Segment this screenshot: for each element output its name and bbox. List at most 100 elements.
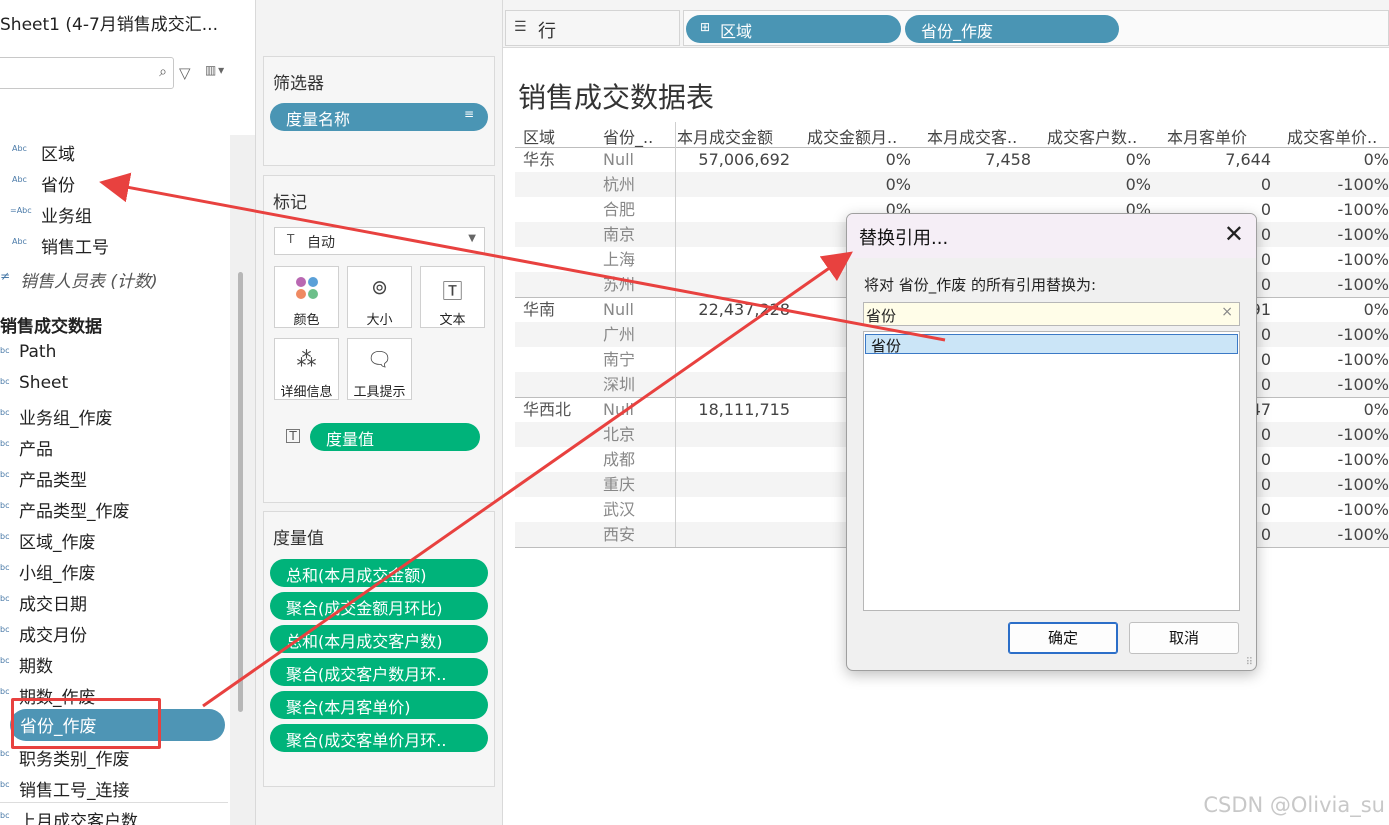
replace-field-list[interactable]: 省份 — [863, 331, 1240, 611]
measure-pill[interactable]: 聚合(成交客户数月环.. — [270, 658, 488, 686]
province-cell[interactable]: 西安 — [603, 522, 635, 547]
dialog-titlebar[interactable]: 替换引用... ✕ — [847, 214, 1256, 258]
value-cell[interactable]: -100% — [1269, 372, 1389, 397]
view-options-icon[interactable]: ▥ ▾ — [205, 63, 224, 77]
value-cell[interactable]: -100% — [1269, 197, 1389, 222]
value-cell[interactable] — [670, 472, 790, 497]
province-cell[interactable]: 武汉 — [603, 497, 635, 522]
value-cell[interactable] — [670, 272, 790, 297]
value-cell[interactable] — [670, 422, 790, 447]
province-cell[interactable]: 广州 — [603, 322, 635, 347]
value-cell[interactable]: 0% — [1269, 297, 1389, 322]
text-button[interactable]: 🅃 文本 — [420, 266, 485, 328]
tooltip-button[interactable]: 🗨 工具提示 — [347, 338, 412, 400]
value-cell[interactable]: -100% — [1269, 322, 1389, 347]
value-cell[interactable]: 0% — [1031, 147, 1151, 172]
measure-pill[interactable]: 聚合(成交客单价月环.. — [270, 724, 488, 752]
province-cell[interactable]: 北京 — [603, 422, 635, 447]
value-cell[interactable]: 7,458 — [911, 147, 1031, 172]
value-cell[interactable]: 7,644 — [1151, 147, 1271, 172]
province-cell[interactable]: Null — [603, 297, 634, 322]
province-cell[interactable]: 重庆 — [603, 472, 635, 497]
rows-pill-province-deprecated[interactable]: 省份_作废 — [905, 15, 1119, 43]
value-cell[interactable]: -100% — [1269, 272, 1389, 297]
value-cell[interactable] — [670, 197, 790, 222]
column-header[interactable]: 本月成交金额 — [677, 124, 773, 148]
filter-pill-measure-names[interactable]: 度量名称 ≡ — [270, 103, 488, 131]
measure-pill[interactable]: 聚合(本月客单价) — [270, 691, 488, 719]
value-cell[interactable]: 0% — [1269, 397, 1389, 422]
value-cell[interactable]: 0% — [1269, 147, 1389, 172]
color-button[interactable]: 颜色 — [274, 266, 339, 328]
column-header[interactable]: 成交客户数.. — [1047, 124, 1137, 148]
column-header[interactable]: 区域 — [523, 124, 555, 148]
province-cell[interactable]: Null — [603, 397, 634, 422]
value-cell[interactable]: 18,111,715 — [670, 397, 790, 422]
replace-field-input[interactable]: 省份 × — [863, 302, 1240, 326]
value-cell[interactable] — [670, 172, 790, 197]
province-cell[interactable]: 南京 — [603, 222, 635, 247]
detail-button[interactable]: ⁂ 详细信息 — [274, 338, 339, 400]
field-list-scrollbar[interactable] — [230, 135, 255, 825]
value-cell[interactable]: -100% — [1269, 347, 1389, 372]
value-cell[interactable]: 0% — [791, 172, 911, 197]
measure-pill[interactable]: 总和(本月成交金额) — [270, 559, 488, 587]
clear-icon[interactable]: × — [1221, 304, 1233, 320]
sheet-title: Sheet1 (4-7月销售成交汇... — [0, 15, 218, 35]
value-cell[interactable]: -100% — [1269, 422, 1389, 447]
value-cell[interactable] — [670, 322, 790, 347]
value-cell[interactable]: 0 — [1151, 172, 1271, 197]
value-cell[interactable]: -100% — [1269, 247, 1389, 272]
value-cell[interactable]: -100% — [1269, 447, 1389, 472]
measure-pill[interactable]: 总和(本月成交客户数) — [270, 625, 488, 653]
value-cell[interactable]: 57,006,692 — [670, 147, 790, 172]
value-cell[interactable] — [670, 497, 790, 522]
rows-pill-region[interactable]: ⊞ 区域 — [686, 15, 901, 43]
value-cell[interactable]: -100% — [1269, 497, 1389, 522]
column-header[interactable]: 本月客单价 — [1167, 124, 1247, 148]
value-cell[interactable]: -100% — [1269, 172, 1389, 197]
list-item[interactable]: 省份 — [865, 334, 1238, 355]
rows-drop-area[interactable]: ⊞ 区域 省份_作废 — [683, 10, 1389, 46]
column-header[interactable]: 省份_.. — [603, 124, 653, 148]
value-cell[interactable]: 0% — [1031, 172, 1151, 197]
province-cell[interactable]: 苏州 — [603, 272, 635, 297]
region-cell[interactable]: 华南 — [523, 297, 555, 322]
province-cell[interactable]: 深圳 — [603, 372, 635, 397]
province-cell[interactable]: 南宁 — [603, 347, 635, 372]
region-cell[interactable]: 华西北 — [523, 397, 571, 422]
close-icon[interactable]: ✕ — [1224, 220, 1244, 248]
value-cell[interactable] — [670, 372, 790, 397]
province-cell[interactable]: 合肥 — [603, 197, 635, 222]
column-header[interactable]: 成交客单价.. — [1287, 124, 1377, 148]
value-cell[interactable]: -100% — [1269, 522, 1389, 547]
value-cell[interactable]: 22,437,228 — [670, 297, 790, 322]
marks-pill-measure-values[interactable]: 度量值 — [310, 423, 480, 451]
province-cell[interactable]: 成都 — [603, 447, 635, 472]
province-cell[interactable]: 杭州 — [603, 172, 635, 197]
value-cell[interactable] — [670, 447, 790, 472]
ok-button[interactable]: 确定 — [1008, 622, 1118, 654]
size-button[interactable]: ⊚ 大小 — [347, 266, 412, 328]
data-pane: Sheet1 (4-7月销售成交汇... ⌕ ▽ ▥ ▾ Abc 区域 Abc … — [0, 0, 256, 825]
value-cell[interactable] — [670, 522, 790, 547]
mark-type-dropdown[interactable]: T 自动 ▼ — [274, 227, 485, 255]
value-cell[interactable]: -100% — [1269, 472, 1389, 497]
region-cell[interactable]: 华东 — [523, 147, 555, 172]
value-cell[interactable] — [670, 247, 790, 272]
value-cell[interactable]: -100% — [1269, 222, 1389, 247]
field-list-scroll-thumb[interactable] — [238, 272, 243, 712]
column-header[interactable]: 本月成交客.. — [927, 124, 1017, 148]
column-header[interactable]: 成交金额月.. — [807, 124, 897, 148]
value-cell[interactable] — [670, 347, 790, 372]
cancel-button[interactable]: 取消 — [1129, 622, 1239, 654]
measure-pill[interactable]: 聚合(成交金额月环比) — [270, 592, 488, 620]
province-cell[interactable]: Null — [603, 147, 634, 172]
value-cell[interactable] — [670, 222, 790, 247]
field-search-input[interactable]: ⌕ — [0, 57, 174, 89]
filter-icon[interactable]: ▽ — [179, 64, 191, 82]
value-cell[interactable]: 0% — [791, 147, 911, 172]
province-cell[interactable]: 上海 — [603, 247, 635, 272]
resize-grip-icon[interactable]: ⠿ — [1246, 657, 1253, 668]
value-cell[interactable] — [911, 172, 1031, 197]
